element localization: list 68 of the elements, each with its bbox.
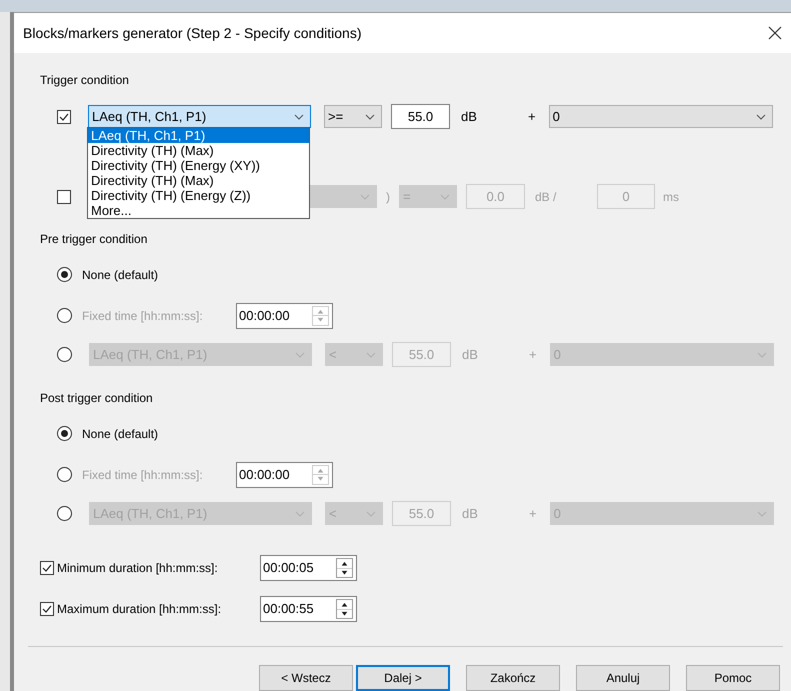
plus-label: + — [528, 108, 536, 126]
chevron-icon — [756, 510, 767, 516]
option-label: None (default) — [82, 266, 158, 284]
chevron-icon — [294, 114, 304, 120]
down-arrow-icon — [313, 474, 328, 484]
checkbox[interactable] — [40, 602, 54, 616]
checkmark-icon — [42, 564, 52, 572]
dialog-button[interactable]: < Wstecz — [259, 665, 353, 691]
radio-button[interactable] — [57, 308, 72, 323]
spin-buttons[interactable] — [336, 558, 353, 578]
duration-label: Maximum duration [hh:mm:ss]: — [57, 601, 222, 618]
section-label: Trigger condition — [40, 72, 130, 88]
dropdown-item[interactable]: Directivity (TH) (Energy (XY)) — [88, 158, 309, 173]
close-icon — [768, 26, 782, 40]
chevron-icon — [756, 114, 766, 120]
dropdown-item[interactable]: LAeq (TH, Ch1, P1) — [88, 128, 309, 143]
option-label: Fixed time [hh:mm:ss]: — [82, 308, 204, 324]
section-label: Pre trigger condition — [40, 231, 148, 247]
duration-label: Minimum duration [hh:mm:ss]: — [57, 560, 219, 577]
operator-dropdown[interactable]: >= — [324, 105, 382, 128]
checkbox[interactable] — [57, 110, 71, 124]
plus-label: + — [529, 504, 537, 523]
checkbox[interactable] — [40, 561, 54, 575]
radio-button[interactable] — [57, 506, 72, 521]
chevron-icon — [360, 194, 370, 200]
checkmark-icon — [59, 112, 69, 120]
plus-label: + — [529, 346, 537, 364]
radio-button[interactable] — [57, 426, 72, 441]
dialog-button[interactable]: Dalej > — [356, 665, 450, 691]
unit-label: dB / — [535, 188, 558, 206]
dropdown-item[interactable]: More... — [88, 203, 309, 218]
unit-label: dB — [462, 504, 479, 523]
value-field[interactable]: 55.0 — [391, 104, 450, 129]
chevron-icon — [366, 352, 376, 358]
dropdown-item[interactable]: Directivity (TH) (Energy (Z)) — [88, 188, 309, 203]
chevron-icon — [365, 114, 375, 120]
radio-button[interactable] — [57, 267, 72, 282]
radio-button[interactable] — [57, 347, 72, 362]
chevron-icon — [295, 352, 305, 358]
offset-dropdown[interactable]: 0 — [548, 105, 773, 128]
time-field[interactable]: 00:00:00 — [236, 302, 333, 328]
option-label: None (default) — [82, 426, 158, 442]
option-label: Fixed time [hh:mm:ss]: — [82, 466, 204, 484]
dialog-button[interactable]: Zakończ — [466, 665, 560, 691]
chevron-icon — [366, 510, 376, 516]
dialog-button[interactable]: Anuluj — [576, 665, 670, 691]
unit-label: dB — [462, 346, 479, 364]
time-field[interactable]: 00:00:55 — [260, 596, 357, 622]
signal-dropdown[interactable]: LAeq (TH, Ch1, P1) — [88, 105, 311, 128]
time-field[interactable]: 00:00:05 — [260, 555, 357, 581]
radio-button[interactable] — [57, 467, 72, 482]
unit-label: ms — [663, 188, 679, 206]
window-title: Blocks/markers generator (Step 2 - Specify conditions) — [23, 24, 362, 43]
down-arrow-icon — [313, 315, 328, 324]
dropdown-item[interactable]: Directivity (TH) (Max) — [88, 173, 309, 188]
chevron-icon — [756, 352, 767, 358]
paren-label: ) — [386, 188, 390, 206]
section-label: Post trigger condition — [40, 390, 154, 406]
down-arrow-icon — [337, 568, 352, 577]
chevron-icon — [440, 194, 450, 200]
unit-label: dB — [461, 108, 478, 126]
chevron-icon — [295, 510, 305, 516]
time-field[interactable]: 00:00:00 — [236, 462, 333, 488]
dialog-button[interactable]: Pomoc — [686, 665, 780, 691]
dropdown-item[interactable]: Directivity (TH) (Max) — [88, 143, 309, 158]
checkmark-icon — [42, 605, 52, 613]
down-arrow-icon — [337, 608, 352, 618]
spin-buttons[interactable] — [336, 599, 353, 619]
